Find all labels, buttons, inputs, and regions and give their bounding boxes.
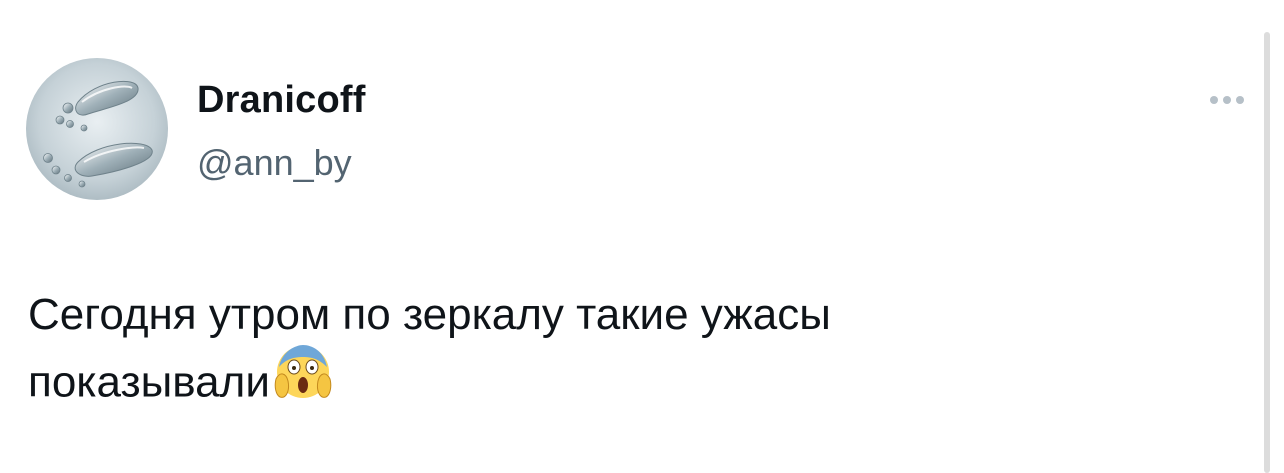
tweet-text-line-with-emoji: показывали xyxy=(28,345,1128,423)
tweet-text: Сегодня утром по зеркалу такие ужасы пок… xyxy=(28,283,1128,423)
author-handle[interactable]: @ann_by xyxy=(197,140,352,186)
water-drops-avatar-icon xyxy=(43,80,153,188)
author-display-name[interactable]: Dranicoff xyxy=(197,76,366,124)
avatar[interactable] xyxy=(26,58,168,200)
more-options-button[interactable] xyxy=(1202,88,1252,112)
tweet-text-line: показывали xyxy=(28,357,270,407)
face-screaming-in-fear-emoji-icon xyxy=(274,343,332,419)
tweet-text-line: Сегодня утром по зеркалу такие ужасы xyxy=(28,290,831,339)
scrollbar[interactable] xyxy=(1264,32,1270,473)
tweet: Dranicoff @ann_by Сегодня утром по зерка… xyxy=(0,0,1284,473)
